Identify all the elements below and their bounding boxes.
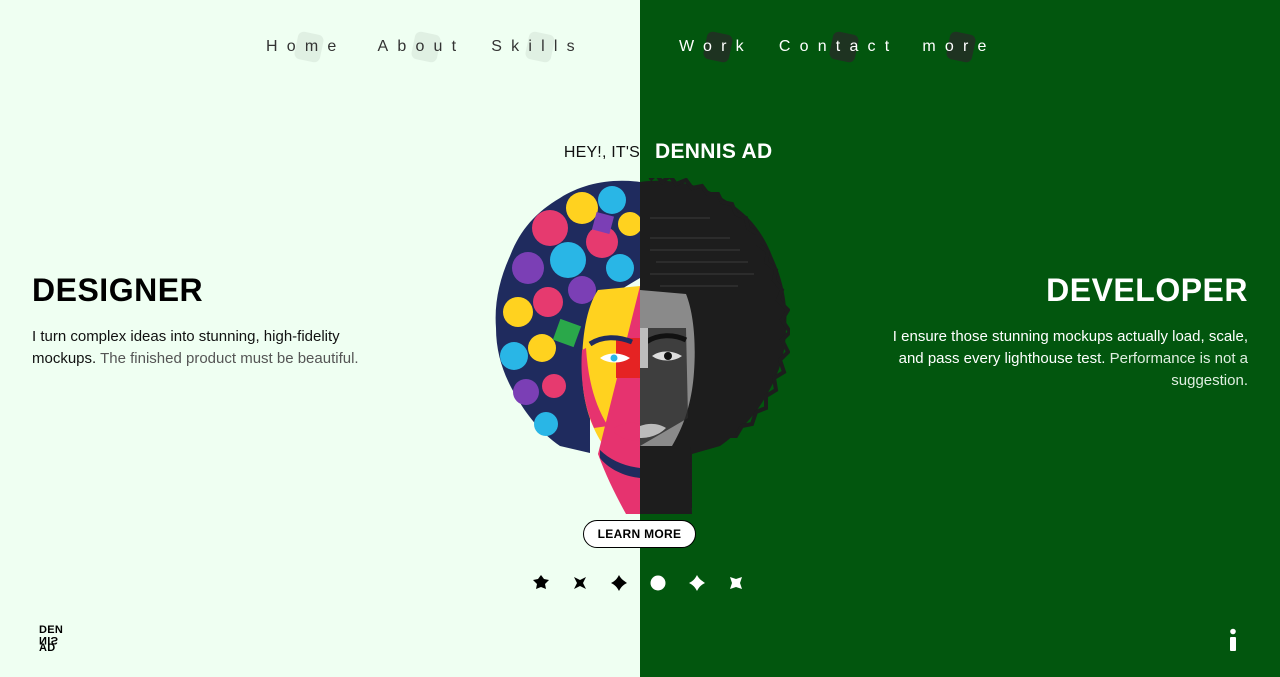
nav-contact-label: Contact — [778, 38, 899, 55]
nav-about-label: About — [377, 38, 466, 55]
developer-description: I ensure those stunning mockups actually… — [888, 326, 1248, 392]
greeting-text: HEY!, IT'S — [563, 144, 640, 161]
nav-skills[interactable]: Skills — [491, 30, 584, 64]
nav-more-label: more — [922, 38, 996, 55]
nav-home[interactable]: Home — [266, 30, 346, 64]
slider-dot[interactable] — [532, 574, 550, 592]
hero-name: DENNIS AD — [655, 140, 773, 163]
logo-line-2: NIS — [39, 634, 59, 646]
nav-work-label: Work — [679, 38, 753, 55]
developer-text-muted: Performance is not a suggestion. — [1109, 350, 1248, 389]
nav-skills-label: Skills — [491, 38, 584, 55]
slider-dot-active[interactable] — [649, 574, 667, 592]
designer-description: I turn complex ideas into stunning, high… — [32, 326, 392, 370]
site-logo[interactable]: DEN NIS AD — [39, 625, 73, 656]
slider-dot[interactable] — [571, 574, 589, 592]
slider-dot[interactable] — [688, 574, 706, 592]
nav-work[interactable]: Work — [679, 30, 753, 64]
designer-title: DESIGNER — [32, 272, 204, 308]
nav-more[interactable]: more — [922, 30, 996, 64]
nav-contact[interactable]: Contact — [778, 30, 899, 64]
info-icon[interactable] — [1226, 628, 1240, 652]
nav-left: Home About Skills — [266, 30, 584, 64]
developer-title: DEVELOPER — [1046, 272, 1248, 308]
hero-greeting: HEY!, IT'S DENNIS AD — [0, 140, 1280, 166]
nav-about[interactable]: About — [377, 30, 466, 64]
nav-right: Work Contact more — [679, 30, 996, 64]
nav-home-label: Home — [266, 38, 346, 55]
slider-dot[interactable] — [610, 574, 628, 592]
slider-dot[interactable] — [727, 574, 745, 592]
designer-text-muted: The finished product must be beautiful. — [100, 350, 359, 367]
slider-dots — [532, 574, 752, 594]
learn-more-button[interactable]: LEARN MORE — [583, 520, 696, 548]
portrait-illustration — [495, 178, 790, 514]
